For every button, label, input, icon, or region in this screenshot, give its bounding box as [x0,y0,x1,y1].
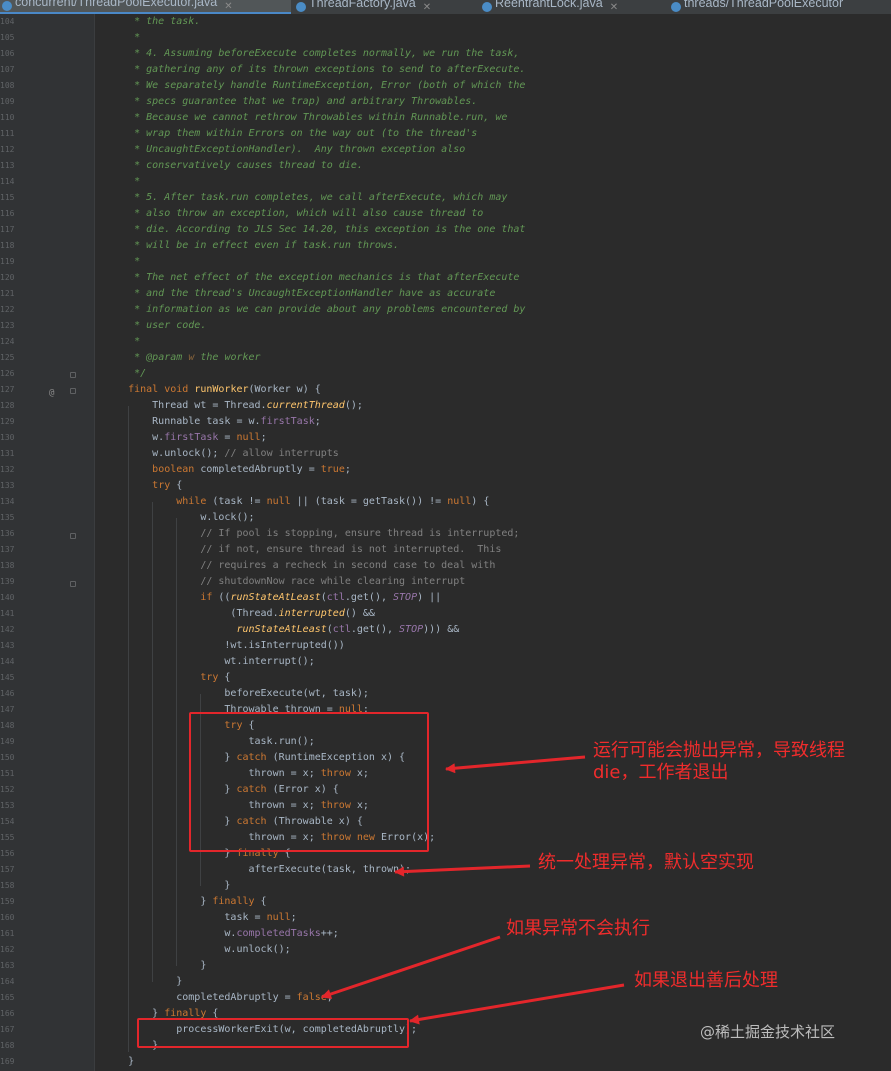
arrow-to-try-catch [445,755,586,774]
arrow-to-process-worker-exit [409,983,625,1025]
watermark: @稀土掘金技术社区 [700,1023,836,1041]
annotation-run-may-throw: 运行可能会抛出异常，导致线程 die，工作者退出 [593,740,845,784]
annotation-line: die，工作者退出 [593,762,729,783]
arrow-to-after-execute [394,864,531,877]
arrow-to-completed-abruptly [321,935,501,999]
annotation-not-executed-on-exception: 如果异常不会执行 [506,918,650,939]
annotation-exit-cleanup: 如果退出善后处理 [634,970,778,991]
annotation-line: 运行可能会抛出异常，导致线程 [593,740,845,761]
annotation-arrows [321,755,625,1025]
annotation-after-execute: 统一处理异常，默认空实现 [538,852,754,873]
